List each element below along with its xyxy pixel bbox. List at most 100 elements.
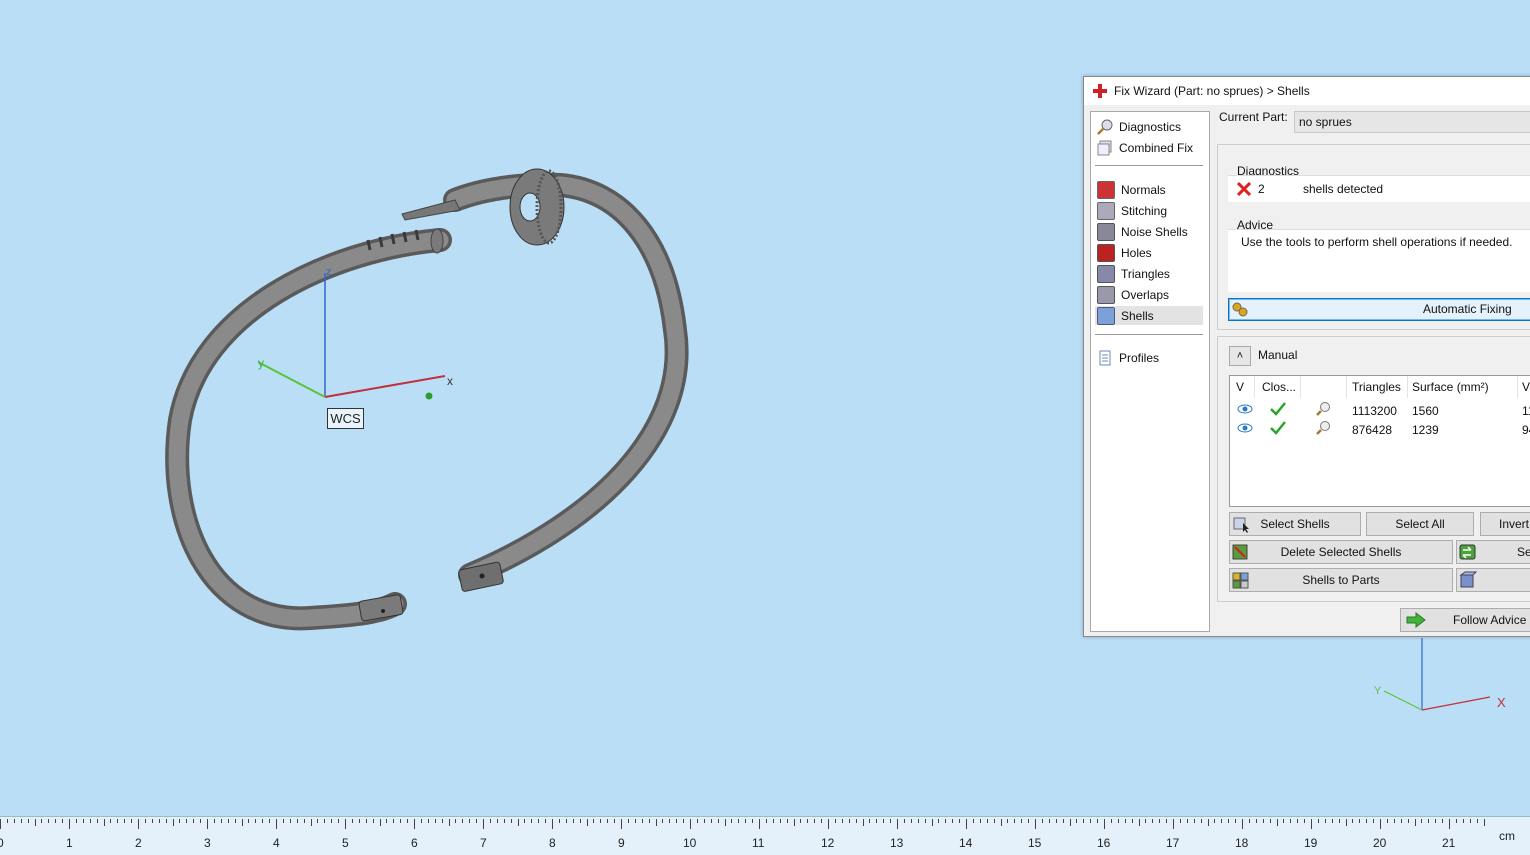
follow-advice-button[interactable]: Follow Advice xyxy=(1400,608,1530,632)
collapse-button[interactable]: ˄ xyxy=(1229,346,1251,366)
eye-icon[interactable] xyxy=(1237,422,1253,434)
ring-model[interactable] xyxy=(0,0,760,650)
nav-label: Noise Shells xyxy=(1121,224,1188,239)
nav-item-overlaps[interactable]: Overlaps xyxy=(1095,285,1203,304)
ruler-tick xyxy=(303,819,305,823)
ruler-tick xyxy=(1152,819,1154,823)
ruler-tick xyxy=(614,819,616,823)
cube-icon xyxy=(1459,571,1477,588)
ruler-tick xyxy=(945,819,947,823)
nav-divider xyxy=(1095,165,1203,166)
nav-item-normals[interactable]: Normals xyxy=(1095,180,1203,199)
nav-item-combined-fix[interactable]: Combined Fix xyxy=(1095,138,1203,157)
ruler-tick xyxy=(1048,819,1050,823)
ruler-tick xyxy=(786,819,788,823)
ruler-tick xyxy=(1414,819,1416,826)
shells-table[interactable]: V Clos... Triangles Surface (mm²) Volu xyxy=(1229,375,1530,507)
dialog-titlebar[interactable]: Fix Wizard (Part: no sprues) > Shells xyxy=(1084,77,1530,105)
col-header-triangles[interactable]: Triangles xyxy=(1352,380,1401,394)
ruler-tick xyxy=(938,819,940,823)
ruler-number: 2 xyxy=(135,836,142,850)
nav-item-stitching[interactable]: Stitching xyxy=(1095,201,1203,220)
ruler-tick xyxy=(897,819,898,829)
ruler-tick xyxy=(255,819,257,823)
ruler-tick xyxy=(448,819,450,826)
ruler-tick xyxy=(634,819,636,823)
ruler-tick xyxy=(834,819,836,823)
ruler-tick xyxy=(1462,819,1464,823)
ruler-tick xyxy=(386,819,388,823)
ruler-tick xyxy=(855,819,857,823)
ruler-tick xyxy=(27,819,29,823)
ruler-tick xyxy=(745,819,747,823)
automatic-fixing-button[interactable]: Automatic Fixing xyxy=(1228,298,1530,321)
error-x-icon xyxy=(1237,182,1251,196)
fix-wizard-dialog[interactable]: Fix Wizard (Part: no sprues) > Shells Di… xyxy=(1083,76,1530,637)
ruler-tick xyxy=(765,819,767,823)
col-header-closed[interactable]: Clos... xyxy=(1262,380,1296,394)
shells-cube-icon xyxy=(1097,306,1115,325)
col-header-surface[interactable]: Surface (mm²) xyxy=(1412,380,1489,394)
diagnostics-message: shells detected xyxy=(1303,182,1384,196)
ruler-tick xyxy=(848,819,850,823)
ruler-tick xyxy=(427,819,429,823)
ruler-tick xyxy=(48,819,50,823)
delete-selected-shells-button[interactable]: Delete Selected Shells xyxy=(1229,540,1453,564)
gears-icon xyxy=(1232,302,1248,317)
ruler-tick xyxy=(20,819,22,823)
document-icon xyxy=(1097,350,1113,366)
select-shells-button[interactable]: Select Shells xyxy=(1229,512,1361,536)
nav-item-holes[interactable]: Holes xyxy=(1095,243,1203,262)
shells-to-parts-button[interactable]: Shells to Parts xyxy=(1229,568,1453,592)
nav-item-shells[interactable]: Shells xyxy=(1095,306,1203,325)
ruler-tick xyxy=(903,819,905,823)
ruler-tick xyxy=(144,819,146,823)
col-header-volume[interactable]: Volu xyxy=(1522,380,1530,394)
current-part-field[interactable]: no sprues xyxy=(1294,111,1530,133)
ruler-tick xyxy=(979,819,981,823)
ruler-tick xyxy=(227,819,229,823)
ruler-tick xyxy=(117,819,119,823)
ruler-tick xyxy=(1366,819,1368,823)
ruler-tick xyxy=(1014,819,1016,823)
ruler-tick xyxy=(558,819,560,823)
ruler-tick xyxy=(993,819,995,823)
select-all-button[interactable]: Select All xyxy=(1366,512,1474,536)
invert-button[interactable]: Invert xyxy=(1480,512,1530,536)
column-divider xyxy=(1300,376,1301,398)
row-volume: 946 xyxy=(1522,423,1530,437)
ruler-number: 21 xyxy=(1442,836,1456,850)
table-row[interactable]: 876428 1239 946 xyxy=(1230,419,1530,438)
follow-advice-label: Follow Advice xyxy=(1453,613,1527,627)
ruler-tick xyxy=(1304,819,1306,823)
nav-item-diagnostics[interactable]: Diagnostics xyxy=(1095,117,1203,136)
eye-icon[interactable] xyxy=(1237,403,1253,415)
ruler-tick xyxy=(648,819,650,823)
ruler-number: 20 xyxy=(1373,836,1387,850)
ruler-tick xyxy=(469,819,471,823)
nav-label: Combined Fix xyxy=(1119,140,1194,155)
cube-tool-button[interactable] xyxy=(1456,568,1530,592)
mini-axis-x-label: X xyxy=(1497,695,1506,710)
ruler-tick xyxy=(1297,819,1299,823)
col-header-visible[interactable]: V xyxy=(1236,380,1244,394)
separate-button[interactable]: Sep xyxy=(1456,540,1530,564)
nav-item-profiles[interactable]: Profiles xyxy=(1095,348,1203,367)
ruler-tick xyxy=(814,819,816,823)
nav-label: Stitching xyxy=(1121,203,1168,218)
magnifier-icon xyxy=(1097,119,1113,135)
nav-label: Triangles xyxy=(1121,266,1170,281)
magnifier-icon[interactable] xyxy=(1315,401,1331,417)
ruler-tick xyxy=(724,819,726,826)
diagnostics-panel: Diagnostics 2 shells detected Advice Use… xyxy=(1217,144,1530,330)
ruler-tick xyxy=(531,819,533,823)
ruler-tick xyxy=(420,819,422,823)
ruler-tick xyxy=(1173,819,1174,829)
nav-item-triangles[interactable]: Triangles xyxy=(1095,264,1203,283)
wcs-y-label: y xyxy=(258,356,264,370)
magnifier-icon[interactable] xyxy=(1315,420,1331,436)
table-row[interactable]: 1113200 1560 1116 xyxy=(1230,400,1530,419)
ruler-tick xyxy=(917,819,919,823)
ruler-tick xyxy=(0,819,1,829)
nav-item-noise-shells[interactable]: Noise Shells xyxy=(1095,222,1203,241)
